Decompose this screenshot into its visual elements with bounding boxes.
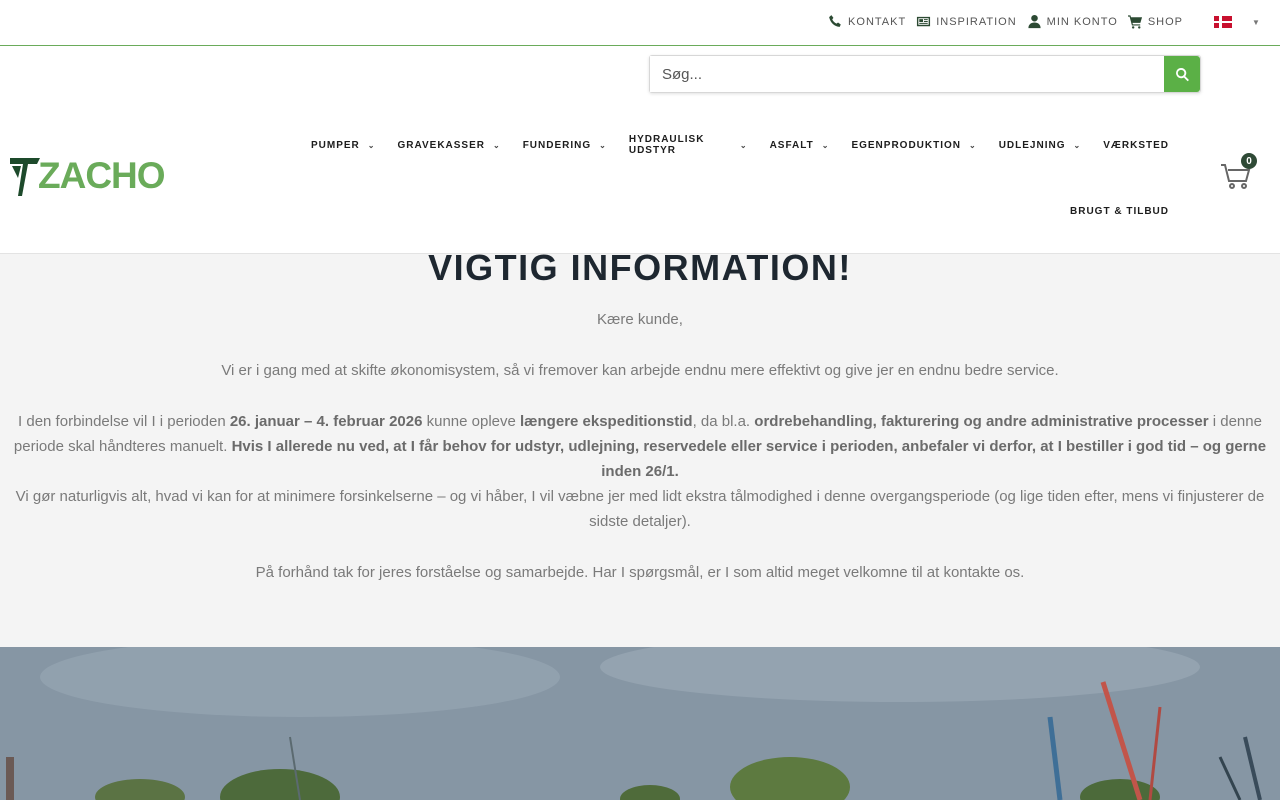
nav-item-label: EGENPRODUKTION <box>851 139 961 151</box>
notice-greeting: Kære kunde, <box>597 311 683 328</box>
search-input[interactable] <box>650 56 1164 92</box>
cart-icon <box>1127 15 1142 29</box>
emphasis-expedition: længere ekspeditionstid <box>520 413 693 430</box>
nav-item-fundering[interactable]: FUNDERING ⌄ <box>512 139 618 151</box>
logo-text: ZACHO <box>38 158 165 196</box>
nav-item-label: GRAVEKASSER <box>397 139 485 151</box>
phone-icon <box>829 15 841 27</box>
period-dates: 26. januar – 4. februar 2026 <box>229 413 423 430</box>
nav-item-udlejning[interactable]: UDLEJNING ⌄ <box>988 139 1093 151</box>
chevron-down-icon: ⌄ <box>821 140 830 150</box>
main-navigation: PUMPER ⌄ GRAVEKASSER ⌄ FUNDERING ⌄ HYDRAULI… <box>300 134 1180 217</box>
top-link-inspiration[interactable]: INSPIRATION <box>916 14 1016 29</box>
notice-paragraph-period: I den forbindelse vil I i perioden 26. j… <box>10 409 1270 484</box>
chevron-down-icon: ⌄ <box>367 140 376 150</box>
nav-item-gravekasser[interactable]: GRAVEKASSER ⌄ <box>387 139 512 151</box>
chevron-down-icon: ⌄ <box>969 140 977 150</box>
chevron-down-icon: ▼ <box>1252 17 1260 27</box>
search-button[interactable] <box>1164 56 1200 92</box>
chevron-down-icon: ⌄ <box>1073 140 1082 150</box>
zacho-logo[interactable]: ZACHO <box>10 158 212 196</box>
top-links: KONTAKT INSPIRATION MIN KONTO SHOP <box>828 14 1183 29</box>
cart-button[interactable]: 0 <box>1220 153 1257 192</box>
nav-item-label: ASFALT <box>769 139 814 151</box>
nav-item-brugt-tilbud[interactable]: BRUGT & TILBUD <box>1059 205 1180 217</box>
top-utility-bar: KONTAKT INSPIRATION MIN KONTO SHOP ▼ <box>0 0 1280 46</box>
top-link-label: INSPIRATION <box>936 15 1017 28</box>
top-link-min-konto[interactable]: MIN KONTO <box>1027 14 1118 29</box>
chevron-down-icon: ⌄ <box>599 140 607 150</box>
emphasis-recommendation: Hvis I allerede nu ved, at I får behov f… <box>231 438 1267 480</box>
notice-paragraph-patience: Vi gør naturligvis alt, hvad vi kan for … <box>15 488 1265 530</box>
important-notice-section: VIGTIG INFORMATION! Kære kunde, Vi er i … <box>0 247 1280 647</box>
newspaper-icon <box>917 16 931 27</box>
text-segment: kunne opleve <box>422 413 521 430</box>
emphasis-processes: ordrebehandling, fakturering og andre ad… <box>754 413 1209 430</box>
nav-item-label: FUNDERING <box>522 139 592 151</box>
notice-paragraph-thanks: På forhånd tak for jeres forståelse og s… <box>255 564 1025 581</box>
nav-item-label: BRUGT & TILBUD <box>1070 205 1169 217</box>
nav-item-label: HYDRAULISK UDSTYR <box>628 134 705 156</box>
top-link-label: SHOP <box>1147 15 1183 28</box>
hero-scene <box>0 647 1280 800</box>
site-header: ZACHO PUMPER ⌄ GRAVEKASSER ⌄ FUNDERING ⌄ HY… <box>0 46 1280 254</box>
nav-item-vaerksted[interactable]: VÆRKSTED <box>1092 139 1180 151</box>
language-selector[interactable]: ▼ <box>1214 16 1260 28</box>
chevron-down-icon: ⌄ <box>739 140 748 150</box>
search-icon <box>1175 67 1189 81</box>
nav-item-label: VÆRKSTED <box>1103 139 1169 151</box>
nav-item-label: UDLEJNING <box>998 139 1066 151</box>
nav-item-label: PUMPER <box>311 139 360 151</box>
top-link-label: MIN KONTO <box>1046 15 1118 28</box>
nav-row-2: BRUGT & TILBUD <box>300 205 1180 217</box>
search-bar <box>649 55 1201 93</box>
nav-row-1: PUMPER ⌄ GRAVEKASSER ⌄ FUNDERING ⌄ HYDRAULI… <box>300 134 1180 156</box>
top-link-label: KONTAKT <box>848 15 907 28</box>
top-link-kontakt[interactable]: KONTAKT <box>828 14 906 29</box>
danish-flag-icon <box>1214 16 1232 28</box>
top-link-shop[interactable]: SHOP <box>1127 14 1183 29</box>
user-icon <box>1028 14 1041 29</box>
notice-paragraph-system: Vi er i gang med at skifte økonomisystem… <box>221 362 1059 379</box>
chevron-down-icon: ⌄ <box>493 140 501 150</box>
notice-title: VIGTIG INFORMATION! <box>428 247 852 288</box>
text-segment: , da bl.a. <box>692 413 755 430</box>
hero-image <box>0 647 1280 800</box>
nav-item-hydraulisk-udstyr[interactable]: HYDRAULISK UDSTYR ⌄ <box>618 134 759 156</box>
text-segment: I den forbindelse vil I i perioden <box>18 413 230 430</box>
nav-item-asfalt[interactable]: ASFALT ⌄ <box>759 139 841 151</box>
nav-item-egenproduktion[interactable]: EGENPRODUKTION ⌄ <box>840 139 987 151</box>
cart-count-badge: 0 <box>1241 153 1257 169</box>
nav-item-pumper[interactable]: PUMPER ⌄ <box>300 139 387 151</box>
